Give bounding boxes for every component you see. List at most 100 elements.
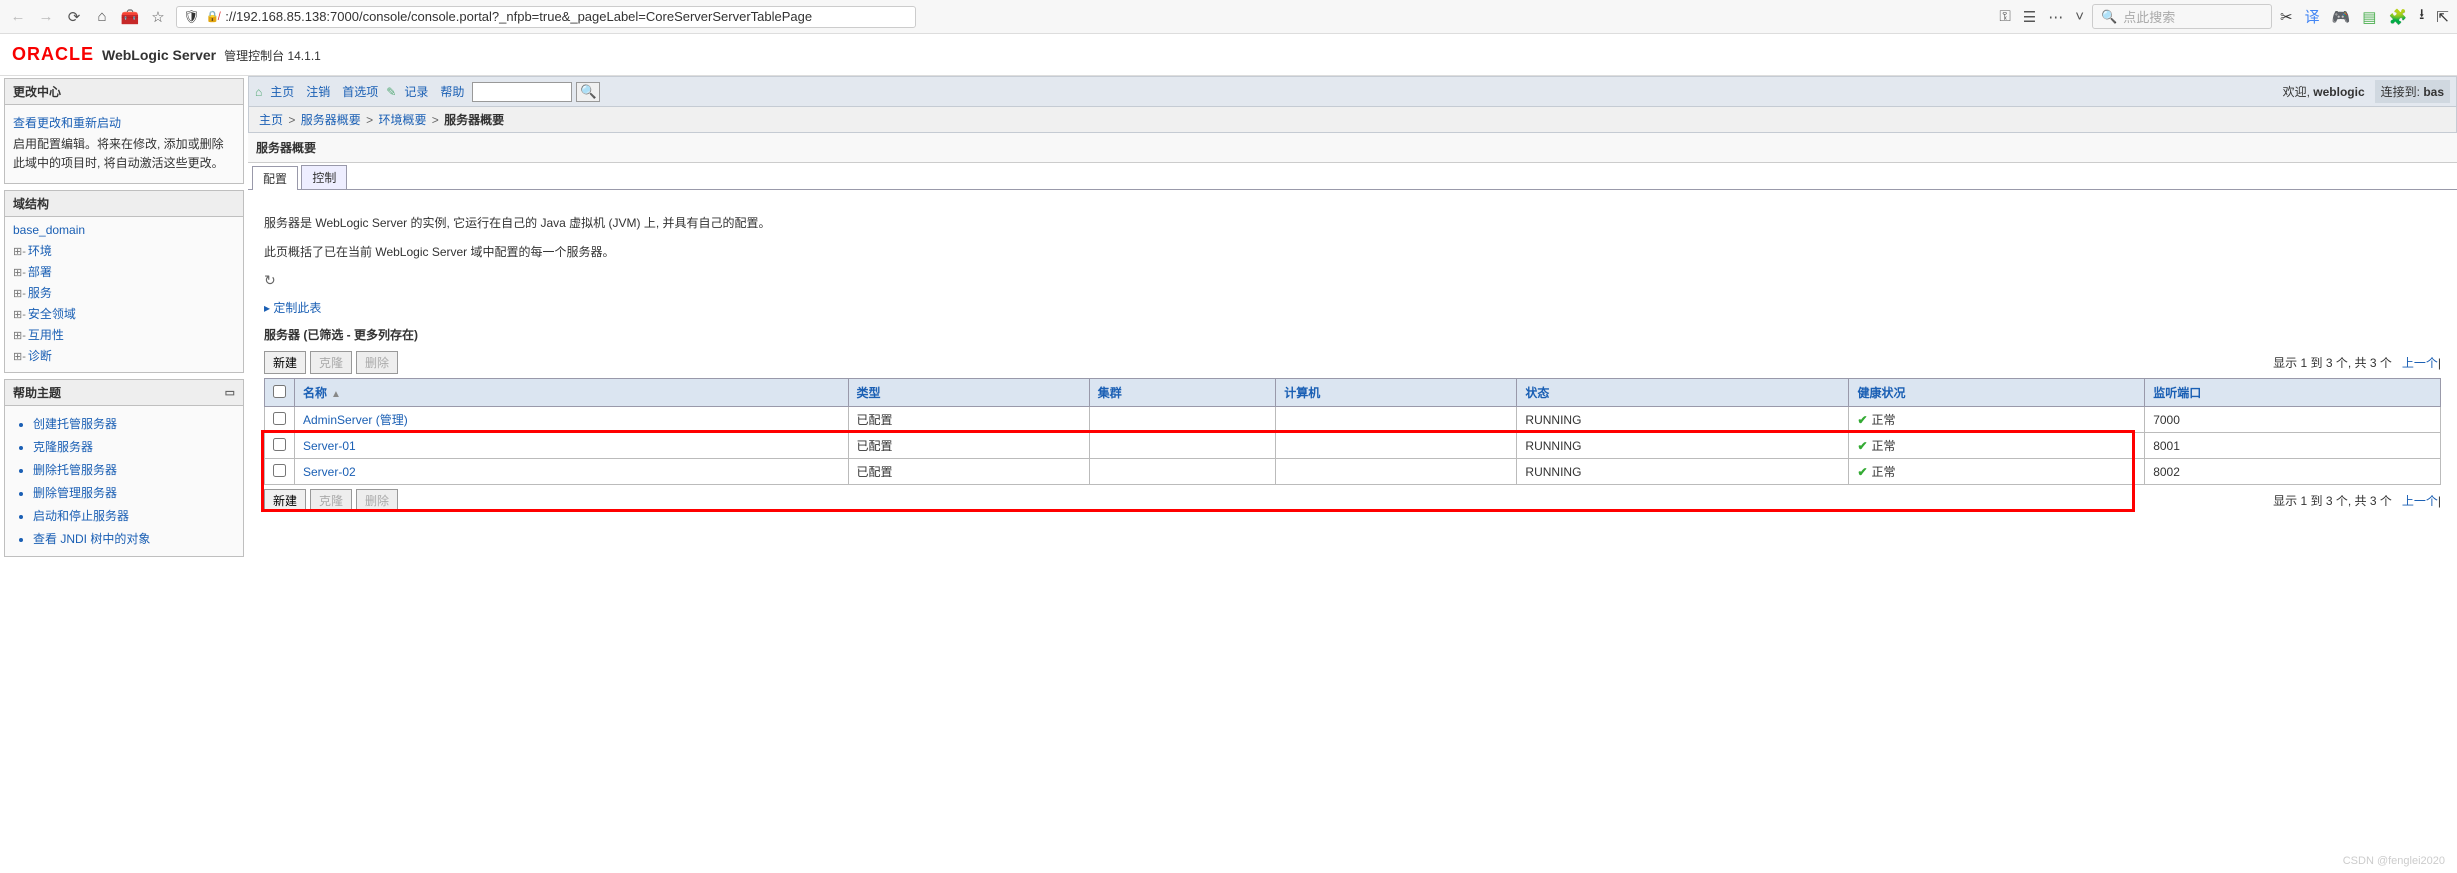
tab-control[interactable]: 控制 (301, 165, 347, 189)
permissions-icon[interactable]: ☰ (2023, 8, 2036, 26)
row-checkbox[interactable] (273, 438, 286, 451)
toolbar-home[interactable]: 主页 (266, 83, 298, 100)
help-link[interactable]: 创建托管服务器 (33, 412, 235, 435)
product-name: WebLogic Server (102, 47, 216, 63)
puzzle-icon[interactable]: 🧩 (2388, 8, 2407, 26)
help-link[interactable]: 删除托管服务器 (33, 458, 235, 481)
page-desc1: 服务器是 WebLogic Server 的实例, 它运行在自己的 Java 虚… (264, 214, 2441, 233)
forward-icon[interactable]: → (36, 7, 56, 27)
domain-root[interactable]: base_domain (13, 223, 85, 237)
browser-extensions: ✂ 译 🎮 ▤ 🧩 ⭳ ⇱ (2280, 4, 2449, 29)
toolbar-search-button[interactable]: 🔍 (576, 82, 600, 102)
prev-link-bottom[interactable]: 上一个 (2402, 492, 2438, 509)
help-title: 帮助主题 (13, 384, 61, 401)
server-machine (1276, 459, 1517, 485)
refresh-icon[interactable]: ↻ (264, 272, 2441, 289)
server-port: 7000 (2145, 407, 2441, 433)
tree-item-deploy[interactable]: 部署 (13, 261, 235, 282)
server-cluster (1089, 459, 1276, 485)
browser-search[interactable]: 🔍 点此搜索 (2092, 4, 2272, 29)
server-name-link[interactable]: Server-01 (303, 439, 356, 453)
search-icon: 🔍 (2101, 9, 2117, 25)
col-health[interactable]: 健康状况 (1849, 379, 2145, 407)
col-state[interactable]: 状态 (1517, 379, 1849, 407)
tab-config[interactable]: 配置 (252, 166, 298, 190)
toolbar-help[interactable]: 帮助 (436, 83, 468, 100)
clone-button-bottom: 克隆 (310, 489, 352, 512)
col-type[interactable]: 类型 (848, 379, 1089, 407)
more-icon[interactable]: ⋯ (2048, 8, 2063, 26)
page-info-top: 显示 1 到 3 个, 共 3 个 (2273, 354, 2392, 371)
tree-item-services[interactable]: 服务 (13, 282, 235, 303)
prev-link-top[interactable]: 上一个 (2402, 354, 2438, 371)
table-row: Server-02已配置RUNNING正常8002 (265, 459, 2441, 485)
row-checkbox[interactable] (273, 412, 286, 425)
toolbar-search-input[interactable] (472, 82, 572, 102)
breadcrumb-home[interactable]: 主页 (259, 113, 283, 127)
toolbox-icon[interactable]: 🧰 (120, 7, 140, 27)
translate-icon[interactable]: 译 (2305, 6, 2320, 27)
view-changes-link[interactable]: 查看更改和重新启动 (13, 114, 235, 131)
breadcrumb-item[interactable]: 服务器概要 (301, 113, 361, 127)
help-link[interactable]: 克隆服务器 (33, 435, 235, 458)
url-bar[interactable]: 🛡 🔒̸ ://192.168.85.138:7000/console/cons… (176, 6, 916, 28)
page-title: 服务器概要 (248, 133, 2457, 163)
watermark: CSDN @fenglei2020 (2343, 855, 2445, 867)
col-port[interactable]: 监听端口 (2145, 379, 2441, 407)
connected-to: 连接到: bas (2375, 80, 2450, 103)
toolbar-record[interactable]: 记录 (400, 83, 432, 100)
select-all-checkbox[interactable] (273, 385, 286, 398)
key-icon[interactable]: ⚿ (1999, 8, 2010, 25)
tree-item-security[interactable]: 安全领域 (13, 303, 235, 324)
delete-button: 删除 (356, 351, 398, 374)
reload-icon[interactable]: ⟳ (64, 7, 84, 27)
home-icon[interactable]: ⌂ (92, 7, 112, 27)
server-type: 已配置 (848, 433, 1089, 459)
reader-down-icon[interactable]: ˅ (2075, 8, 2084, 25)
row-checkbox[interactable] (273, 464, 286, 477)
breadcrumb-item[interactable]: 环境概要 (378, 113, 426, 127)
server-cluster (1089, 433, 1276, 459)
export-icon[interactable]: ⇱ (2436, 8, 2449, 26)
home-small-icon: ⌂ (255, 85, 262, 99)
toolbar-logout[interactable]: 注销 (302, 83, 334, 100)
change-center-panel: 更改中心 查看更改和重新启动 启用配置编辑。将来在修改, 添加或删除此域中的项目… (4, 78, 244, 184)
help-link[interactable]: 启动和停止服务器 (33, 504, 235, 527)
server-name-link[interactable]: AdminServer (管理) (303, 413, 408, 427)
sort-asc-icon: ▲ (331, 389, 341, 400)
server-type: 已配置 (848, 459, 1089, 485)
bookmark-icon[interactable]: ☆ (148, 7, 168, 27)
page-info-bottom: 显示 1 到 3 个, 共 3 个 (2273, 492, 2392, 509)
help-link[interactable]: 删除管理服务器 (33, 481, 235, 504)
tree-item-diag[interactable]: 诊断 (13, 345, 235, 366)
welcome-user: weblogic (2313, 85, 2364, 99)
back-icon[interactable]: ← (8, 7, 28, 27)
search-placeholder: 点此搜索 (2123, 7, 2175, 26)
download-icon[interactable]: ⭳ (2419, 4, 2424, 29)
servers-table: 名称▲ 类型 集群 计算机 状态 健康状况 监听端口 AdminServer (… (264, 378, 2441, 485)
col-name[interactable]: 名称▲ (295, 379, 849, 407)
minimize-icon[interactable]: ▭ (225, 386, 235, 399)
weblogic-header: ORACLE WebLogic Server 管理控制台 14.1.1 (0, 34, 2457, 76)
toolbar-prefs[interactable]: 首选项 (338, 83, 382, 100)
shield-icon: 🛡 (183, 9, 200, 25)
col-machine[interactable]: 计算机 (1276, 379, 1517, 407)
customize-table-link[interactable]: 定制此表 (264, 299, 2441, 316)
new-button-bottom[interactable]: 新建 (264, 489, 306, 512)
book-icon[interactable]: ▤ (2362, 8, 2376, 26)
scissors-icon[interactable]: ✂ (2280, 8, 2293, 26)
table-row: Server-01已配置RUNNING正常8001 (265, 433, 2441, 459)
tree-item-interop[interactable]: 互用性 (13, 324, 235, 345)
tree-item-env[interactable]: 环境 (13, 240, 235, 261)
server-name-link[interactable]: Server-02 (303, 465, 356, 479)
console-title: 管理控制台 14.1.1 (224, 47, 321, 64)
help-link[interactable]: 查看 JNDI 树中的对象 (33, 527, 235, 550)
oracle-logo: ORACLE (12, 44, 94, 65)
server-type: 已配置 (848, 407, 1089, 433)
new-button[interactable]: 新建 (264, 351, 306, 374)
help-head: 帮助主题 ▭ (5, 380, 243, 406)
col-cluster[interactable]: 集群 (1089, 379, 1276, 407)
gamepad-icon[interactable]: 🎮 (2332, 8, 2351, 26)
sidebar: 更改中心 查看更改和重新启动 启用配置编辑。将来在修改, 添加或删除此域中的项目… (0, 76, 248, 573)
browser-toolbar: ← → ⟳ ⌂ 🧰 ☆ 🛡 🔒̸ ://192.168.85.138:7000/… (0, 0, 2457, 34)
